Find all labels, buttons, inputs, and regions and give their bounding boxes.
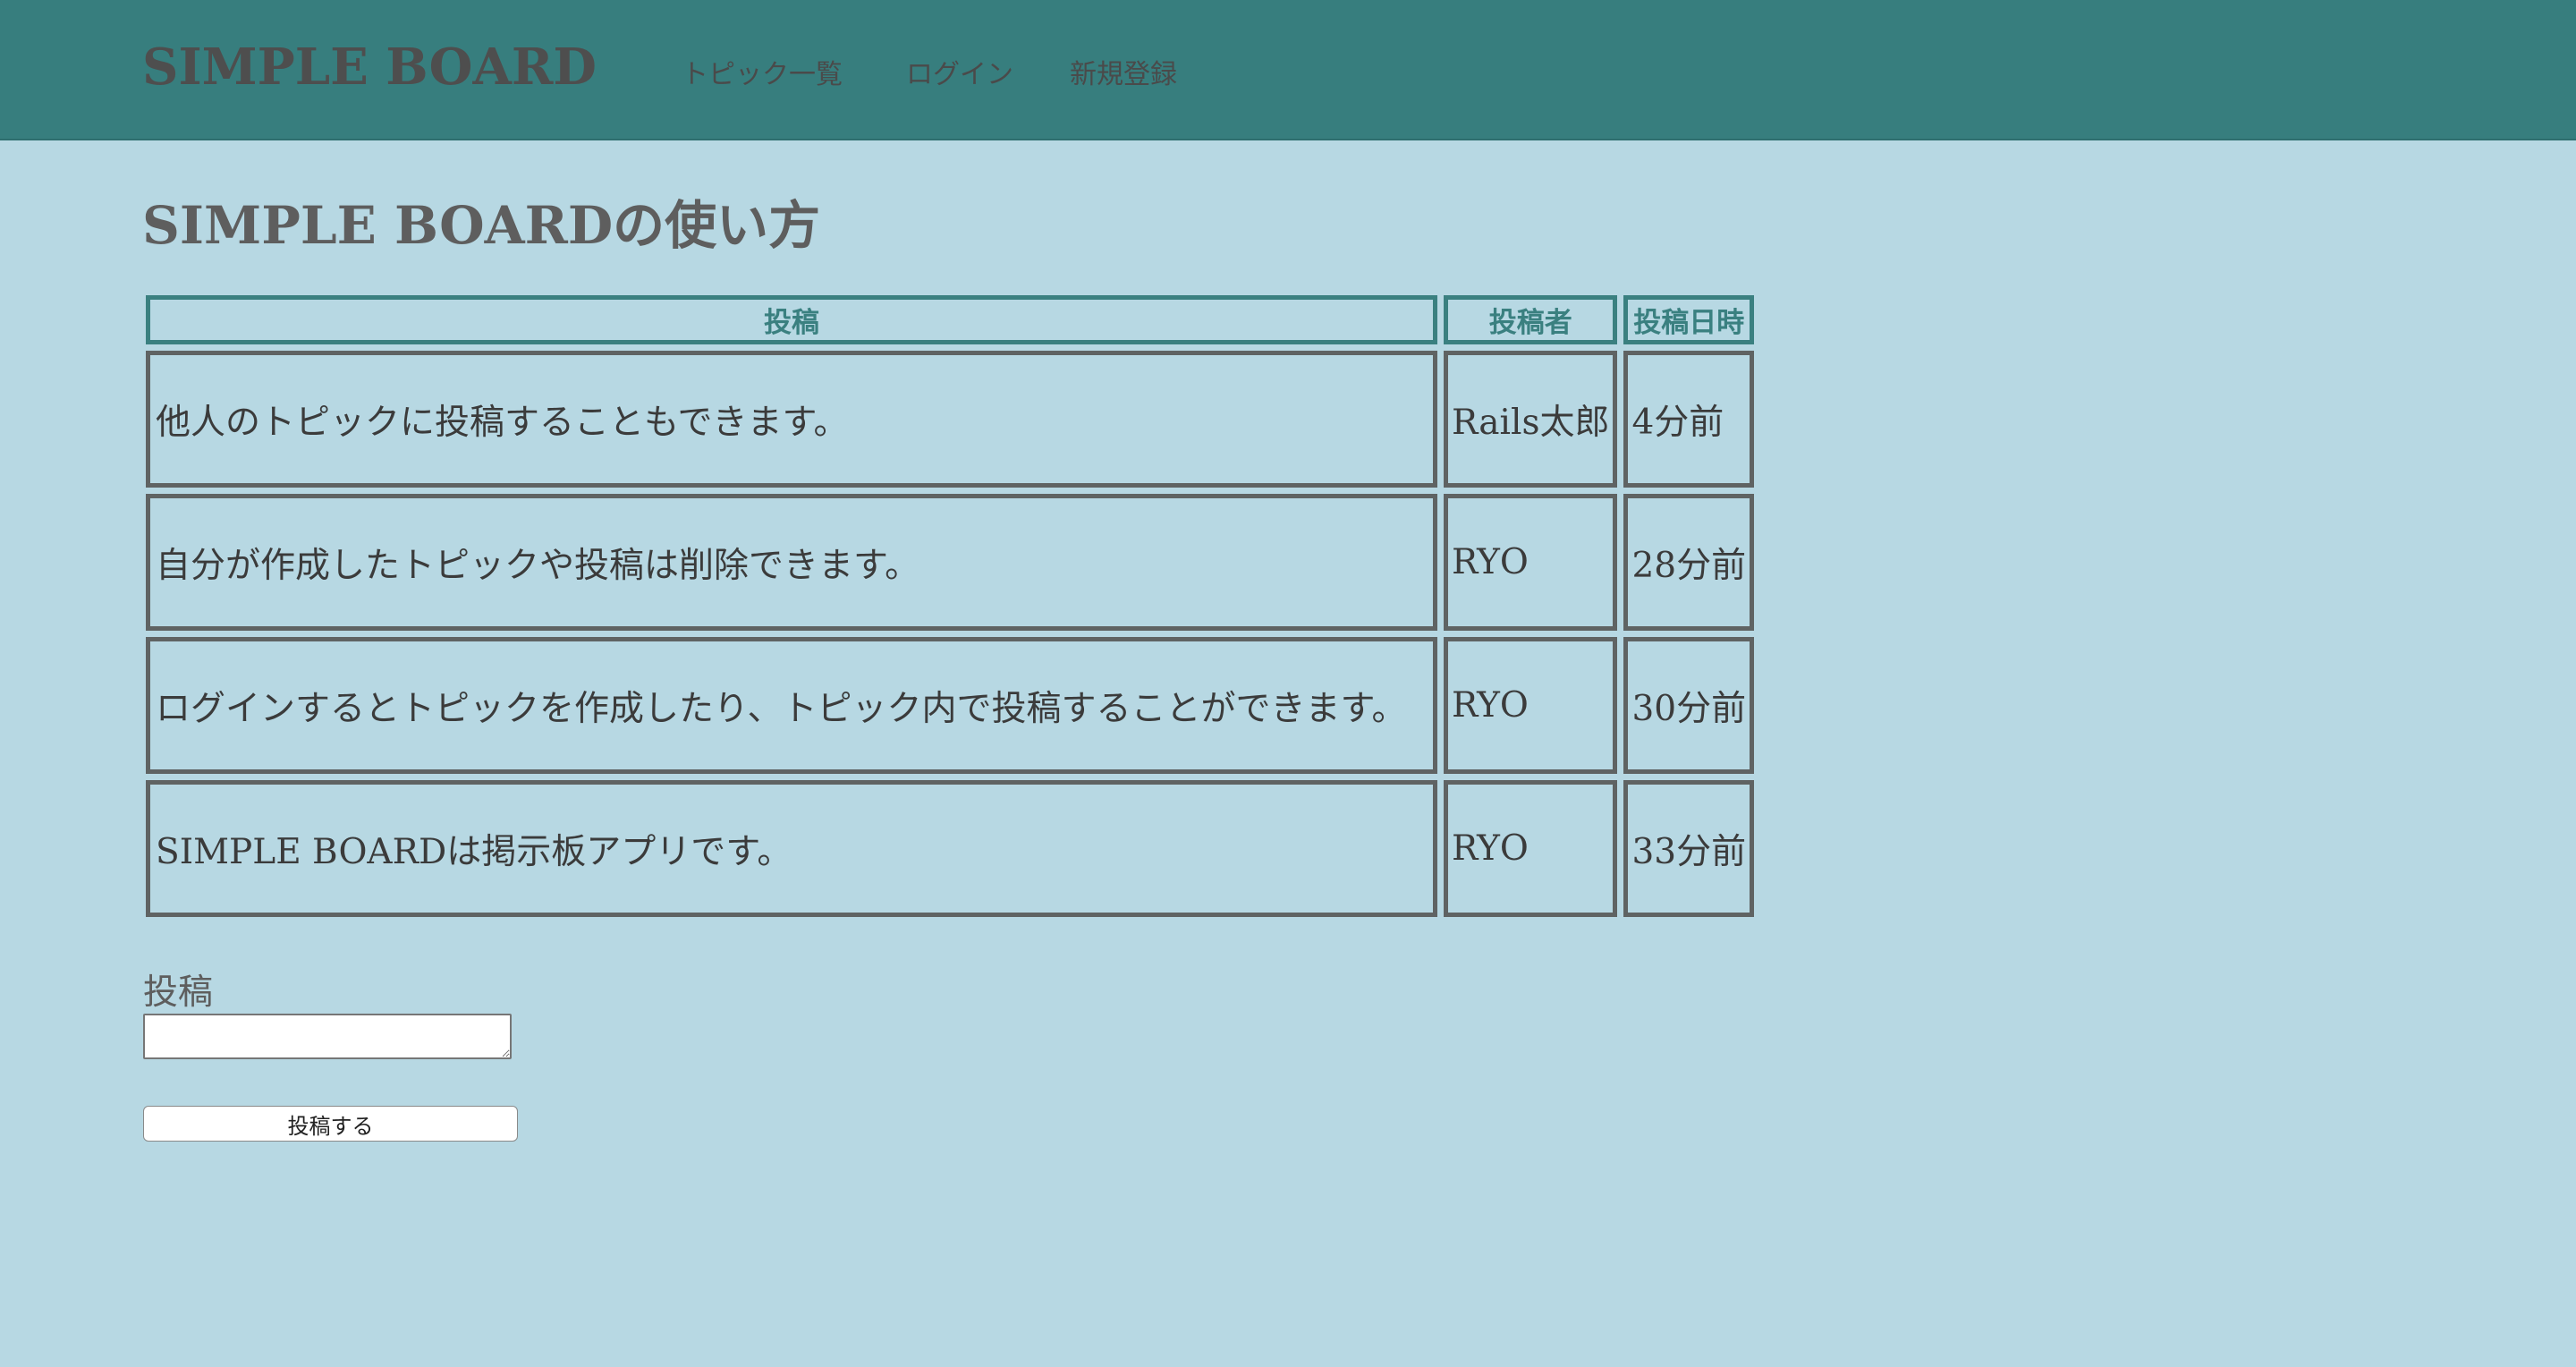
- nav-topic-list[interactable]: トピック一覧: [682, 52, 843, 91]
- post-date: 30分前: [1623, 637, 1755, 774]
- post-author: RYO: [1444, 494, 1618, 631]
- column-header-post: 投稿: [146, 295, 1437, 344]
- submit-post-button[interactable]: 投稿する: [143, 1106, 518, 1142]
- post-date: 33分前: [1623, 780, 1755, 917]
- post-date: 28分前: [1623, 494, 1755, 631]
- nav-signup[interactable]: 新規登録: [1070, 52, 1177, 91]
- post-form-label: 投稿: [143, 972, 214, 1013]
- post-author: RYO: [1444, 780, 1618, 917]
- post-content: SIMPLE BOARDは掲示板アプリです。: [146, 780, 1437, 917]
- post-textarea[interactable]: [143, 1014, 512, 1059]
- column-header-author: 投稿者: [1444, 295, 1618, 344]
- post-content: 自分が作成したトピックや投稿は削除できます。: [146, 494, 1437, 631]
- post-content: ログインするとトピックを作成したり、トピック内で投稿することができます。: [146, 637, 1437, 774]
- table-row: SIMPLE BOARDは掲示板アプリです。 RYO 33分前: [146, 780, 1755, 917]
- table-row: 他人のトピックに投稿することもできます。 Rails太郎 4分前: [146, 351, 1755, 488]
- nav-login[interactable]: ログイン: [906, 52, 1013, 91]
- post-author: RYO: [1444, 637, 1618, 774]
- table-row: ログインするとトピックを作成したり、トピック内で投稿することができます。 RYO…: [146, 637, 1755, 774]
- post-date: 4分前: [1623, 351, 1755, 488]
- site-header: SIMPLE BOARD トピック一覧 ログイン 新規登録: [0, 0, 2576, 140]
- post-author: Rails太郎: [1444, 351, 1618, 488]
- table-row: 自分が作成したトピックや投稿は削除できます。 RYO 28分前: [146, 494, 1755, 631]
- column-header-date: 投稿日時: [1623, 295, 1755, 344]
- page-title: SIMPLE BOARDの使い方: [142, 195, 821, 256]
- posts-table: 投稿 投稿者 投稿日時 他人のトピックに投稿することもできます。 Rails太郎…: [140, 289, 1760, 923]
- site-brand-link[interactable]: SIMPLE BOARD: [142, 38, 597, 97]
- table-header-row: 投稿 投稿者 投稿日時: [146, 295, 1755, 344]
- post-content: 他人のトピックに投稿することもできます。: [146, 351, 1437, 488]
